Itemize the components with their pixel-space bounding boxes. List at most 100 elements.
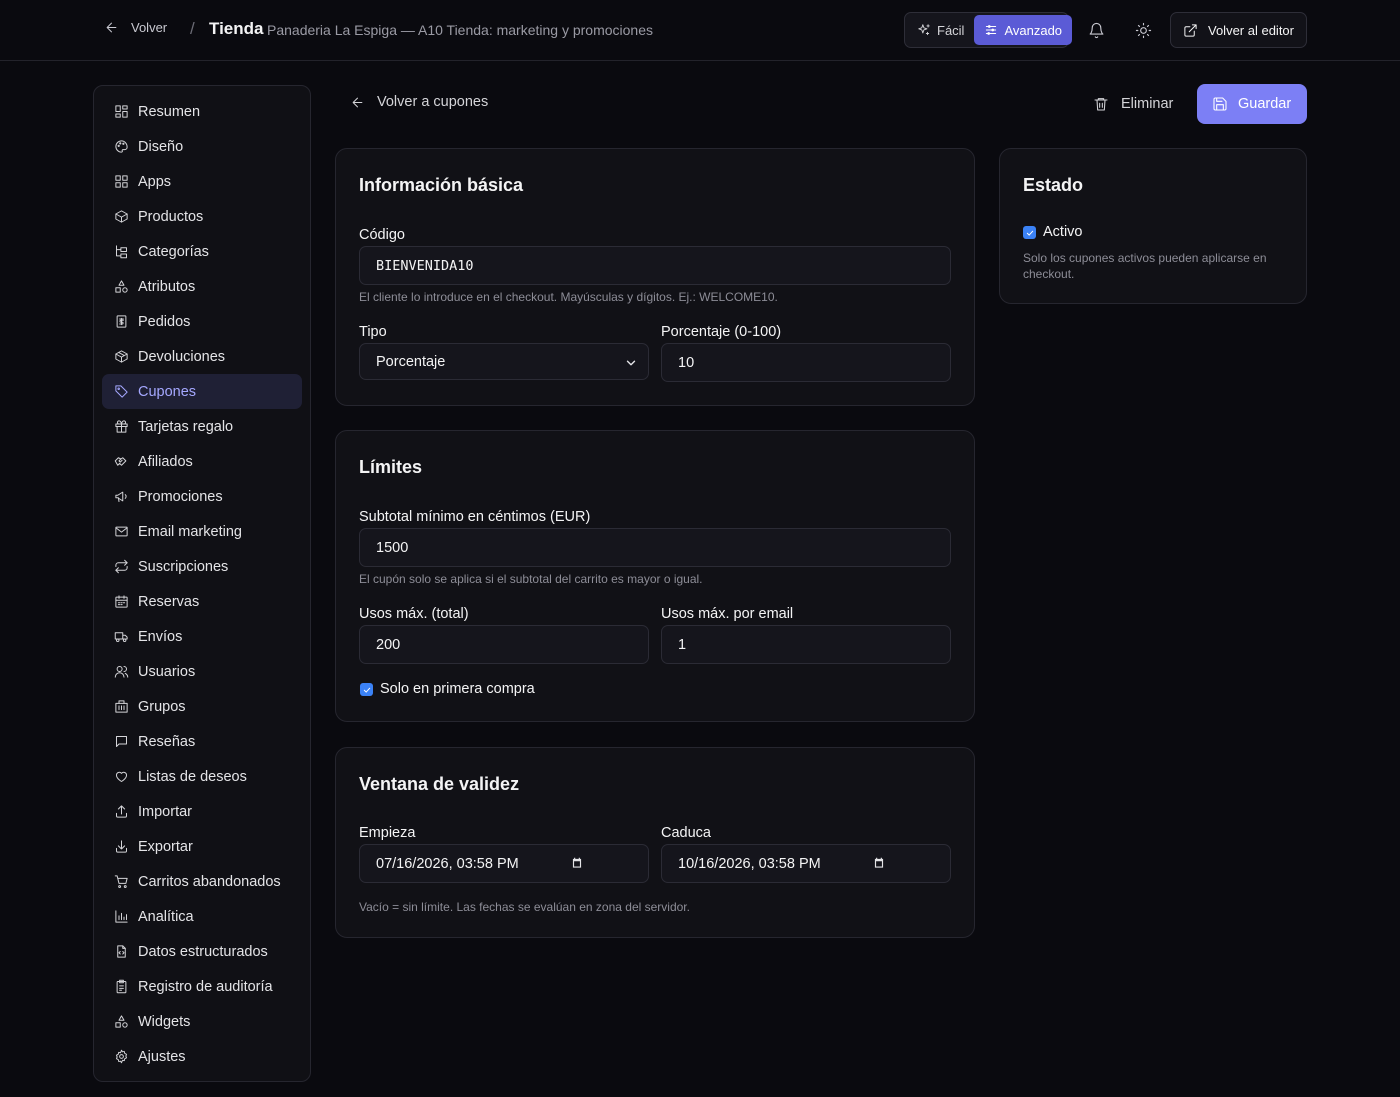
sidebar-item-atributos[interactable]: Atributos bbox=[102, 269, 302, 304]
theme-toggle-button[interactable] bbox=[1130, 17, 1156, 43]
first-purchase-label: Solo en primera compra bbox=[380, 681, 535, 697]
mode-easy-button[interactable]: Fácil bbox=[907, 15, 974, 45]
code-input[interactable]: BIENVENIDA10 bbox=[359, 246, 951, 285]
code-label: Código bbox=[359, 227, 405, 243]
sidebar-item-email-marketing[interactable]: Email marketing bbox=[102, 514, 302, 549]
save-button[interactable]: Guardar bbox=[1197, 84, 1307, 124]
validity-title: Ventana de validez bbox=[359, 774, 520, 794]
sidebar-item-label: Diseño bbox=[138, 138, 184, 155]
sidebar-item-label: Registro de auditoría bbox=[138, 978, 273, 995]
sidebar-item-widgets[interactable]: Widgets bbox=[102, 1004, 302, 1039]
sidebar-item-label: Devoluciones bbox=[138, 348, 226, 365]
sidebar-item-label: Usuarios bbox=[138, 663, 196, 680]
sidebar-item-label: Envíos bbox=[138, 628, 183, 645]
upload-icon bbox=[116, 805, 127, 818]
sidebar-item-apps[interactable]: Apps bbox=[102, 164, 302, 199]
sidebar-item-label: Grupos bbox=[138, 698, 186, 715]
message-icon bbox=[116, 736, 127, 747]
tag-icon bbox=[115, 385, 128, 398]
sidebar-item-grupos[interactable]: Grupos bbox=[102, 689, 302, 724]
code-value: BIENVENIDA10 bbox=[376, 257, 474, 274]
type-select[interactable]: Porcentaje bbox=[359, 343, 649, 380]
percent-input[interactable]: 10 bbox=[661, 343, 951, 382]
box-icon bbox=[115, 210, 128, 223]
sidebar-item-label: Reservas bbox=[138, 593, 200, 610]
first-purchase-checkbox[interactable] bbox=[360, 683, 373, 696]
mail-icon bbox=[115, 526, 128, 537]
sidebar-item-label: Pedidos bbox=[138, 313, 191, 330]
notifications-button[interactable] bbox=[1083, 17, 1109, 43]
sidebar-item-resumen[interactable]: Resumen bbox=[102, 94, 302, 129]
delete-button[interactable]: Eliminar bbox=[1093, 92, 1173, 116]
chevron-down-icon bbox=[626, 360, 636, 366]
mode-advanced-label: Avanzado bbox=[1004, 22, 1063, 38]
building-icon bbox=[115, 700, 128, 713]
sidebar-item-carritos-abandonados[interactable]: Carritos abandonados bbox=[102, 864, 302, 899]
sidebar-item-cupones[interactable]: Cupones bbox=[102, 374, 302, 409]
sidebar-item-devoluciones[interactable]: Devoluciones bbox=[102, 339, 302, 374]
check-icon bbox=[1026, 230, 1033, 236]
breadcrumb-separator: / bbox=[190, 19, 195, 38]
sidebar-item-envios[interactable]: Envíos bbox=[102, 619, 302, 654]
active-checkbox[interactable] bbox=[1023, 226, 1036, 239]
sidebar-item-exportar[interactable]: Exportar bbox=[102, 829, 302, 864]
sidebar-item-label: Cupones bbox=[138, 383, 197, 400]
trash-icon bbox=[1094, 98, 1108, 111]
clipboard-icon bbox=[116, 979, 127, 994]
sidebar-item-reservas[interactable]: Reservas bbox=[102, 584, 302, 619]
sidebar-item-label: Widgets bbox=[138, 1013, 191, 1030]
sidebar-item-resenas[interactable]: Reseñas bbox=[102, 724, 302, 759]
delete-label: Eliminar bbox=[1121, 96, 1174, 112]
limits-card: Límites Subtotal mínimo en céntimos (EUR… bbox=[335, 430, 975, 722]
sidebar-item-afiliados[interactable]: Afiliados bbox=[102, 444, 302, 479]
sidebar-item-label: Carritos abandonados bbox=[138, 873, 281, 890]
shapes-icon bbox=[115, 1015, 128, 1028]
external-link-icon bbox=[1184, 23, 1197, 37]
status-card: Estado Activo Solo los cupones activos p… bbox=[999, 148, 1307, 304]
back-label: Volver bbox=[131, 20, 168, 35]
mode-easy-label: Fácil bbox=[937, 22, 965, 38]
sidebar-item-suscripciones[interactable]: Suscripciones bbox=[102, 549, 302, 584]
sidebar-item-label: Productos bbox=[138, 208, 204, 225]
bell-icon bbox=[1089, 22, 1103, 38]
save-label: Guardar bbox=[1238, 96, 1292, 112]
sidebar-item-analitica[interactable]: Analítica bbox=[102, 899, 302, 934]
chart-icon bbox=[115, 910, 128, 923]
mode-advanced-button[interactable]: Avanzado bbox=[974, 15, 1073, 45]
sidebar-item-label: Atributos bbox=[138, 278, 196, 295]
subtotal-label: Subtotal mínimo en céntimos (EUR) bbox=[359, 509, 591, 525]
percent-value: 10 bbox=[678, 354, 695, 371]
sidebar-item-importar[interactable]: Importar bbox=[102, 794, 302, 829]
shapes-icon bbox=[115, 280, 128, 293]
subtotal-input[interactable]: 1500 bbox=[359, 528, 951, 567]
sidebar-item-registro-de-auditoria[interactable]: Registro de auditoría bbox=[102, 969, 302, 1004]
max-email-input[interactable]: 1 bbox=[661, 625, 951, 664]
sidebar-item-diseno[interactable]: Diseño bbox=[102, 129, 302, 164]
sidebar-item-label: Resumen bbox=[138, 103, 201, 120]
back-to-coupons-link[interactable]: Volver a cupones bbox=[350, 94, 488, 110]
sidebar-item-pedidos[interactable]: Pedidos bbox=[102, 304, 302, 339]
sidebar-item-tarjetas-regalo[interactable]: Tarjetas regalo bbox=[102, 409, 302, 444]
sidebar-item-ajustes[interactable]: Ajustes bbox=[102, 1039, 302, 1074]
sidebar-item-categorias[interactable]: Categorías bbox=[102, 234, 302, 269]
limits-title: Límites bbox=[359, 457, 423, 477]
handshake-icon bbox=[114, 457, 127, 466]
sidebar-item-productos[interactable]: Productos bbox=[102, 199, 302, 234]
cart-icon bbox=[114, 875, 128, 888]
start-datetime-input[interactable]: 07/16/2026, 03:58 PM bbox=[359, 844, 649, 883]
tree-icon bbox=[116, 245, 127, 259]
validity-card: Ventana de validez Empieza 07/16/2026, 0… bbox=[335, 747, 975, 938]
sidebar-item-label: Suscripciones bbox=[138, 558, 229, 575]
end-datetime-input[interactable]: 10/16/2026, 03:58 PM bbox=[661, 844, 951, 883]
subtotal-value: 1500 bbox=[376, 539, 409, 556]
repeat-icon bbox=[115, 559, 128, 574]
sidebar-item-listas-de-deseos[interactable]: Listas de deseos bbox=[102, 759, 302, 794]
calendar-icon[interactable] bbox=[570, 856, 584, 870]
sidebar-item-usuarios[interactable]: Usuarios bbox=[102, 654, 302, 689]
back-button[interactable]: Volver bbox=[104, 20, 167, 35]
back-to-editor-button[interactable]: Volver al editor bbox=[1170, 12, 1307, 48]
sidebar-item-datos-estructurados[interactable]: Datos estructurados bbox=[102, 934, 302, 969]
sidebar-item-promociones[interactable]: Promociones bbox=[102, 479, 302, 514]
max-total-input[interactable]: 200 bbox=[359, 625, 649, 664]
calendar-icon[interactable] bbox=[872, 856, 886, 870]
